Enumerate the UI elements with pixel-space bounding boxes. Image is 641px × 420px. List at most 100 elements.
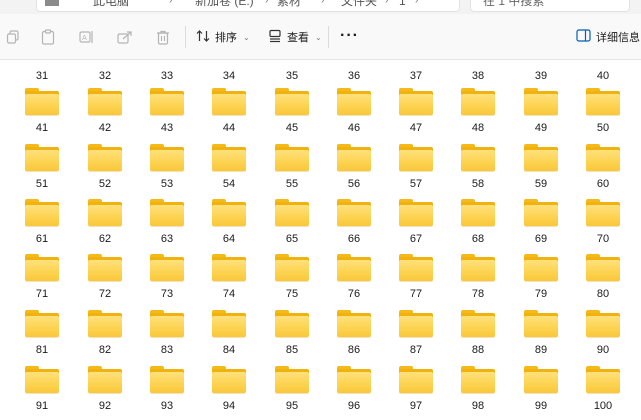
folder-item[interactable]: 89 xyxy=(515,310,575,366)
folder-icon xyxy=(337,310,371,337)
copy-icon[interactable] xyxy=(4,28,22,46)
view-button[interactable]: 查看 ⌄ xyxy=(268,25,322,49)
folder-item[interactable]: 45 xyxy=(266,88,326,144)
breadcrumb-folder[interactable]: 文件夹 xyxy=(341,0,377,11)
folder-item[interactable]: 77 xyxy=(390,254,450,310)
paste-icon[interactable] xyxy=(39,28,57,46)
sort-button[interactable]: 排序 ⌄ xyxy=(196,25,250,49)
folder-label: 88 xyxy=(471,344,485,356)
folder-item[interactable]: 67 xyxy=(390,199,450,255)
folder-item[interactable]: 73 xyxy=(141,254,201,310)
folder-item[interactable]: 51 xyxy=(16,144,76,200)
folder-item[interactable]: 80 xyxy=(577,254,637,310)
breadcrumb-this-pc[interactable]: 此电脑 xyxy=(93,0,129,11)
folder-item[interactable]: 85 xyxy=(266,310,326,366)
folder-label: 85 xyxy=(285,344,299,356)
folder-icon xyxy=(150,144,184,171)
folder-item[interactable]: 56 xyxy=(328,144,388,200)
folder-item[interactable]: 58 xyxy=(452,144,512,200)
folder-icon xyxy=(88,144,122,171)
folder-item[interactable]: 82 xyxy=(79,310,139,366)
address-bar[interactable]: 此电脑 › 新加卷 (E:) › 素材 › 文件夹 › 1 › xyxy=(36,0,460,12)
folder-item[interactable]: 43 xyxy=(141,88,201,144)
folder-item[interactable]: 76 xyxy=(328,254,388,310)
folder-item[interactable]: 83 xyxy=(141,310,201,366)
folder-item[interactable]: 52 xyxy=(79,144,139,200)
folder-item[interactable]: 49 xyxy=(515,88,575,144)
folder-icon xyxy=(586,366,620,393)
folder-item[interactable]: 44 xyxy=(203,88,263,144)
folder-icon xyxy=(586,144,620,171)
folder-item[interactable]: 72 xyxy=(79,254,139,310)
details-pane-button[interactable]: 详细信息 xyxy=(576,25,640,49)
delete-icon[interactable] xyxy=(154,28,172,46)
folder-item[interactable]: 42 xyxy=(79,88,139,144)
folder-item[interactable]: 87 xyxy=(390,310,450,366)
folder-item[interactable]: 46 xyxy=(328,88,388,144)
folder-item[interactable]: 100 xyxy=(577,366,637,420)
folder-item[interactable]: 62 xyxy=(79,199,139,255)
folder-label: 76 xyxy=(347,288,361,300)
folder-item[interactable]: 96 xyxy=(328,366,388,420)
folder-item[interactable]: 95 xyxy=(266,366,326,420)
breadcrumb-drive[interactable]: 新加卷 (E:) xyxy=(195,0,254,11)
folder-icon xyxy=(212,144,246,171)
folder-icon xyxy=(524,366,558,393)
share-icon[interactable] xyxy=(116,28,134,46)
folder-label: 62 xyxy=(98,233,112,245)
folder-item[interactable]: 78 xyxy=(452,254,512,310)
folder-label: 93 xyxy=(160,400,174,412)
folder-item[interactable]: 60 xyxy=(577,144,637,200)
folder-label: 80 xyxy=(596,288,610,300)
folder-item[interactable]: 59 xyxy=(515,144,575,200)
folder-item[interactable]: 50 xyxy=(577,88,637,144)
folder-icon xyxy=(88,254,122,281)
folder-item[interactable]: 75 xyxy=(266,254,326,310)
folder-item[interactable]: 74 xyxy=(203,254,263,310)
folder-item[interactable]: 57 xyxy=(390,144,450,200)
folder-item[interactable]: 92 xyxy=(79,366,139,420)
folder-item[interactable]: 68 xyxy=(452,199,512,255)
folder-item[interactable]: 84 xyxy=(203,310,263,366)
folder-item[interactable]: 66 xyxy=(328,199,388,255)
folder-item[interactable]: 97 xyxy=(390,366,450,420)
breadcrumb-folder[interactable]: 素材 xyxy=(277,0,301,11)
folder-item[interactable]: 90 xyxy=(577,310,637,366)
chevron-right-icon: › xyxy=(385,0,389,6)
folder-item[interactable]: 54 xyxy=(203,144,263,200)
folder-item[interactable]: 94 xyxy=(203,366,263,420)
folder-icon xyxy=(275,310,309,337)
folder-item[interactable]: 47 xyxy=(390,88,450,144)
folder-item[interactable]: 64 xyxy=(203,199,263,255)
folder-item[interactable]: 65 xyxy=(266,199,326,255)
folder-item[interactable]: 53 xyxy=(141,144,201,200)
more-options-button[interactable]: ··· xyxy=(340,27,359,45)
folder-item[interactable]: 88 xyxy=(452,310,512,366)
chevron-down-icon: ⌄ xyxy=(243,32,250,42)
folder-label: 100 xyxy=(593,400,613,412)
folder-item[interactable]: 86 xyxy=(328,310,388,366)
folder-item[interactable]: 48 xyxy=(452,88,512,144)
folder-item[interactable]: 98 xyxy=(452,366,512,420)
folder-item[interactable]: 63 xyxy=(141,199,201,255)
folder-label: 40 xyxy=(596,70,610,82)
folder-item[interactable]: 55 xyxy=(266,144,326,200)
folder-icon xyxy=(524,199,558,226)
folder-item[interactable]: 61 xyxy=(16,199,76,255)
folder-label: 43 xyxy=(160,122,174,134)
folder-item[interactable]: 91 xyxy=(16,366,76,420)
search-input[interactable]: 在 1 中搜索 xyxy=(470,0,630,12)
folder-item[interactable]: 71 xyxy=(16,254,76,310)
folder-icon xyxy=(337,144,371,171)
folder-item[interactable]: 79 xyxy=(515,254,575,310)
folder-item[interactable]: 81 xyxy=(16,310,76,366)
folder-label: 64 xyxy=(222,233,236,245)
breadcrumb-current[interactable]: 1 xyxy=(399,0,406,11)
rename-icon[interactable]: A xyxy=(78,28,96,46)
folder-item[interactable]: 70 xyxy=(577,199,637,255)
folder-item[interactable]: 41 xyxy=(16,88,76,144)
folder-icon xyxy=(150,366,184,393)
folder-item[interactable]: 69 xyxy=(515,199,575,255)
folder-item[interactable]: 99 xyxy=(515,366,575,420)
folder-item[interactable]: 93 xyxy=(141,366,201,420)
